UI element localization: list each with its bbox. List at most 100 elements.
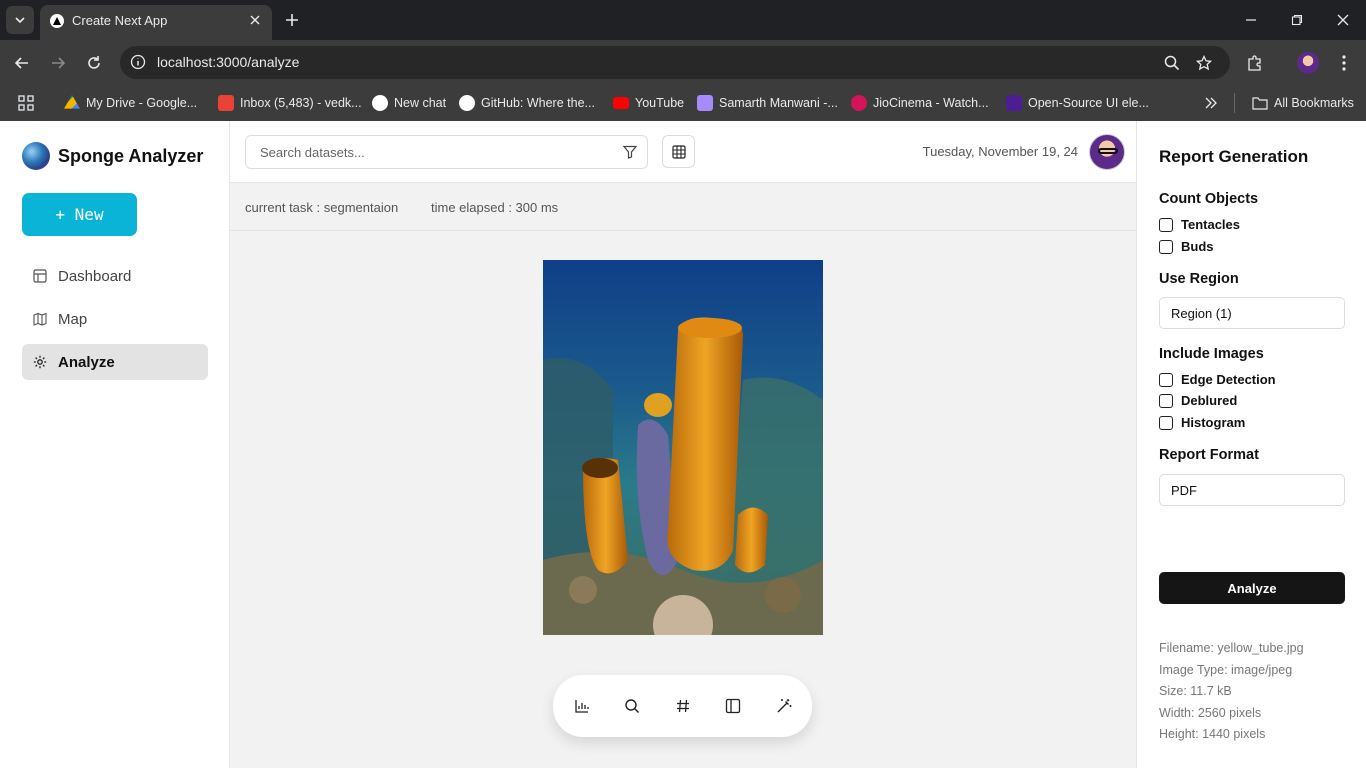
chatgpt-icon — [372, 95, 388, 111]
sponge-photo — [543, 260, 823, 635]
gear-icon — [33, 355, 47, 369]
time-elapsed: time elapsed : 300 ms — [431, 200, 559, 215]
reload-button[interactable] — [81, 50, 107, 76]
minimize-button[interactable] — [1239, 8, 1263, 32]
report-format-select[interactable]: PDF — [1159, 474, 1345, 506]
avatar[interactable] — [1089, 134, 1125, 170]
close-tab-icon[interactable] — [246, 11, 264, 29]
bookmark-item[interactable]: My Drive - Google... — [64, 93, 197, 113]
address-bar[interactable]: localhost:3000/analyze — [120, 46, 1230, 79]
browser-menu-button[interactable] — [1333, 52, 1355, 74]
include-images-heading: Include Images — [1159, 346, 1264, 362]
grid-icon — [671, 144, 686, 159]
bookmark-item[interactable]: JioCinema - Watch... — [851, 93, 989, 113]
report-format-heading: Report Format — [1159, 447, 1259, 463]
new-tab-button[interactable] — [280, 8, 304, 32]
status-bar: current task : segmentaion time elapsed … — [230, 183, 1136, 231]
magic-wand-icon[interactable] — [774, 696, 794, 716]
reload-icon — [88, 56, 100, 69]
search-placeholder: Search datasets... — [260, 145, 365, 160]
search-icon[interactable] — [622, 696, 642, 716]
report-panel: Report Generation Count Objects Tentacle… — [1136, 121, 1366, 768]
bookmark-item[interactable]: YouTube — [613, 93, 684, 113]
checkbox-buds[interactable]: Buds — [1159, 239, 1214, 254]
bookmark-item[interactable]: Samarth Manwani -... — [697, 93, 838, 113]
filter-icon[interactable] — [622, 144, 638, 160]
bookmark-star-icon[interactable] — [1194, 53, 1214, 73]
sidebar-item-label: Analyze — [58, 353, 115, 371]
region-select[interactable]: Region (1) — [1159, 297, 1345, 329]
search-input[interactable]: Search datasets... — [245, 135, 648, 169]
more-vertical-icon — [1342, 55, 1346, 71]
browser-toolbar: localhost:3000/analyze — [0, 40, 1366, 85]
youtube-icon — [613, 97, 629, 109]
meta-filename: Filename: yellow_tube.jpg — [1159, 641, 1304, 655]
meta-width: Width: 2560 pixels — [1159, 706, 1262, 720]
checkbox-deblured[interactable]: Deblured — [1159, 393, 1237, 408]
main-content: Search datasets... Tuesday, November 19,… — [230, 121, 1136, 768]
brand-logo — [22, 142, 50, 170]
hash-icon[interactable] — [673, 696, 693, 716]
checkbox-tentacles[interactable]: Tentacles — [1159, 217, 1240, 232]
tool-dock — [553, 675, 812, 737]
browser-tab[interactable]: Create Next App — [40, 5, 272, 40]
ui-icon — [1006, 95, 1022, 111]
bookmark-item[interactable]: New chat — [372, 93, 446, 113]
back-button[interactable] — [9, 50, 35, 76]
layout-icon — [33, 269, 47, 283]
profile-avatar[interactable] — [1297, 52, 1319, 74]
plus-icon — [286, 14, 298, 26]
chevron-down-icon — [15, 17, 25, 24]
sidebar-item-label: Dashboard — [58, 267, 132, 285]
report-title: Report Generation — [1159, 147, 1309, 166]
extensions-button[interactable] — [1244, 52, 1266, 74]
sidebar-item-map[interactable]: Map — [22, 301, 208, 337]
nextjs-icon — [50, 14, 64, 28]
use-region-heading: Use Region — [1159, 271, 1239, 287]
new-button[interactable]: + New — [22, 193, 137, 236]
checkbox-edge-detection[interactable]: Edge Detection — [1159, 372, 1276, 387]
app-root: Sponge Analyzer + New Dashboard Map Anal… — [0, 121, 1366, 768]
analyze-button[interactable]: Analyze — [1159, 572, 1345, 604]
minimize-icon — [1246, 19, 1256, 21]
forward-button[interactable] — [45, 50, 71, 76]
close-icon — [1337, 14, 1349, 26]
date-label: Tuesday, November 19, 24 — [922, 144, 1078, 159]
browser-tab-strip: Create Next App — [0, 0, 1366, 40]
checkbox-histogram[interactable]: Histogram — [1159, 415, 1245, 430]
topbar: Search datasets... Tuesday, November 19,… — [230, 121, 1136, 183]
arrow-left-icon — [14, 57, 28, 69]
brand[interactable]: Sponge Analyzer — [22, 142, 203, 170]
bookmark-item[interactable]: Open-Source UI ele... — [1006, 93, 1149, 113]
jiocinema-icon — [851, 95, 867, 111]
zoom-icon[interactable] — [1162, 53, 1182, 73]
apps-icon[interactable] — [18, 93, 34, 113]
arrow-right-icon — [52, 57, 66, 69]
sidebar: Sponge Analyzer + New Dashboard Map Anal… — [0, 121, 230, 768]
close-window-button[interactable] — [1331, 8, 1355, 32]
tab-search-button[interactable] — [6, 6, 34, 34]
all-bookmarks[interactable]: All Bookmarks — [1234, 93, 1354, 113]
url-text[interactable]: localhost:3000/analyze — [157, 54, 299, 70]
github-icon — [459, 95, 475, 111]
bookmark-item[interactable]: GitHub: Where the... — [459, 93, 595, 113]
sidebar-item-label: Map — [58, 310, 88, 328]
sidebar-item-dashboard[interactable]: Dashboard — [22, 258, 208, 294]
brand-name: Sponge Analyzer — [58, 145, 204, 166]
sidebar-item-analyze[interactable]: Analyze — [22, 344, 208, 380]
tab-title: Create Next App — [72, 13, 168, 28]
bookmark-item[interactable]: Inbox (5,483) - vedk... — [218, 93, 362, 113]
map-icon — [33, 312, 47, 326]
drive-icon — [64, 95, 80, 109]
bar-chart-icon[interactable] — [572, 696, 592, 716]
sidebar-toggle-icon[interactable] — [723, 696, 743, 716]
more-bookmarks-icon[interactable] — [1204, 93, 1218, 113]
linkedin-style-icon — [697, 95, 713, 111]
folder-icon — [1252, 97, 1268, 110]
analyzed-image[interactable] — [543, 260, 823, 635]
grid-view-button[interactable] — [662, 135, 695, 168]
restore-button[interactable] — [1285, 8, 1309, 32]
count-objects-heading: Count Objects — [1159, 191, 1259, 207]
meta-type: Image Type: image/jpeg — [1159, 663, 1293, 677]
site-info-icon[interactable] — [130, 54, 146, 70]
